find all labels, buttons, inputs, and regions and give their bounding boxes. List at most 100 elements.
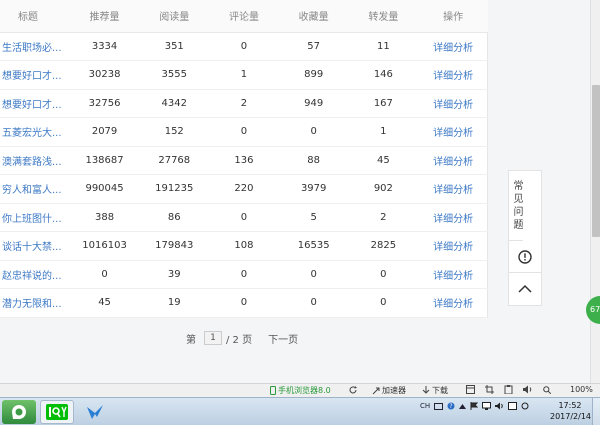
comment-count: 108 [209,231,279,261]
flag-icon[interactable] [470,402,479,410]
detail-analysis-link[interactable]: 详细分析 [418,231,488,261]
comment-count: 0 [209,32,279,61]
clipboard-icon[interactable] [504,385,513,394]
network-icon[interactable] [482,402,492,410]
article-title-link[interactable]: 五菱宏光大... [0,117,70,147]
article-title-link[interactable]: 想要好口才... [0,60,70,90]
article-title-link[interactable]: 你上班图什... [0,203,70,232]
favorite-count: 0 [278,288,349,318]
system-clock[interactable]: 17:52 2017/2/14 [550,400,592,422]
favorite-count: 3979 [278,174,349,204]
share-count: 1 [348,117,419,147]
detail-analysis-link[interactable]: 详细分析 [418,117,488,147]
current-page-input[interactable]: 1 [204,331,222,345]
comment-count: 0 [209,260,279,289]
page-scrollbar[interactable] [590,0,600,383]
accelerator-item[interactable]: 加速器 [372,385,406,396]
next-page-link[interactable]: 下一页 [268,331,298,346]
window-icon[interactable] [466,385,475,394]
share-count: 2825 [348,231,419,261]
recommend-count: 45 [69,288,140,318]
detail-analysis-link[interactable]: 详细分析 [418,288,488,318]
article-title-link[interactable]: 想要好口才... [0,89,70,118]
mobile-browser-item[interactable]: 手机浏览器8.0 [270,385,331,396]
ime-indicator[interactable]: CH [420,402,430,410]
favorite-count: 0 [278,117,349,147]
share-count: 146 [348,60,419,90]
speaker-icon[interactable] [495,402,504,410]
table-row: 潜力无限和... 45 19 0 0 0 详细分析 [0,288,488,318]
favorite-count: 5 [278,203,349,232]
read-count: 4342 [139,89,210,118]
tray-arrow-icon[interactable] [459,403,467,410]
accelerator-label: 加速器 [382,386,406,395]
article-title-link[interactable]: 穷人和富人... [0,174,70,204]
comment-count: 220 [209,174,279,204]
header-share: 转发量 [348,0,419,33]
show-desktop-button[interactable] [592,398,600,425]
scroll-thumb[interactable] [592,85,600,237]
help-icon[interactable]: ? [447,402,455,410]
table-row: 澳满套路浅... 138687 27768 136 88 45 详细分析 [0,146,488,175]
read-count: 179843 [139,231,210,261]
detail-analysis-link[interactable]: 详细分析 [418,203,488,232]
keyboard-icon[interactable] [434,402,444,410]
sync-icon[interactable] [521,402,529,410]
action-center-icon[interactable] [508,402,518,410]
share-count: 902 [348,174,419,204]
read-count: 19 [139,288,210,318]
alert-button[interactable] [509,241,541,273]
screenshot-icon[interactable] [485,385,494,394]
bird-app-icon [87,405,103,419]
browser-app-button[interactable] [2,400,36,424]
zoom-icon [543,385,551,394]
recommend-count: 388 [69,203,140,232]
detail-analysis-link[interactable]: 详细分析 [418,146,488,175]
zoom-level[interactable]: 100% [570,385,593,394]
bird-app-button[interactable] [78,400,112,424]
recommend-count: 30238 [69,60,140,90]
detail-analysis-link[interactable]: 详细分析 [418,260,488,289]
download-item[interactable]: 下载 [422,385,448,396]
table-row: 你上班图什... 388 86 0 5 2 详细分析 [0,203,488,232]
header-favorite: 收藏量 [278,0,349,33]
detail-analysis-link[interactable]: 详细分析 [418,60,488,90]
article-title-link[interactable]: 赵忠祥说的... [0,260,70,289]
recommend-count: 0 [69,260,140,289]
comment-count: 136 [209,146,279,175]
iqiyi-app-button[interactable] [40,400,74,424]
comment-count: 0 [209,288,279,318]
recommend-count: 3334 [69,32,140,61]
chevron-up-icon [518,284,532,293]
share-count: 0 [348,288,419,318]
detail-analysis-link[interactable]: 详细分析 [418,89,488,118]
article-title-link[interactable]: 潜力无限和... [0,288,70,318]
header-action: 操作 [418,0,488,33]
system-tray: CH ? [420,402,529,410]
read-count: 27768 [139,146,210,175]
article-title-link[interactable]: 澳满套路浅... [0,146,70,175]
article-title-link[interactable]: 生活职场必... [0,32,70,61]
refresh-tool[interactable] [348,385,358,395]
back-to-top-button[interactable] [509,273,541,305]
mobile-browser-label: 手机浏览器8.0 [278,386,331,395]
header-comment: 评论量 [209,0,279,33]
recommend-count: 2079 [69,117,140,147]
windows-taskbar: CH ? 17:52 2017/2/14 [0,397,600,425]
detail-analysis-link[interactable]: 详细分析 [418,174,488,204]
detail-analysis-link[interactable]: 详细分析 [418,32,488,61]
recommend-count: 138687 [69,146,140,175]
read-count: 3555 [139,60,210,90]
table-row: 五菱宏光大... 2079 152 0 0 1 详细分析 [0,117,488,147]
article-title-link[interactable]: 谈话十大禁... [0,231,70,261]
articles-table: 标题 推荐量 阅读量 评论量 收藏量 转发量 操作 生活职场必... 3334 … [0,0,488,318]
clock-date: 2017/2/14 [550,412,592,421]
phone-icon [270,386,276,395]
pagination: 第 1 / 2 页 下一页 [186,330,298,346]
volume-icon[interactable] [523,385,533,394]
iqiyi-app-icon [46,404,68,420]
faq-button[interactable]: 常见问题 [509,171,523,241]
read-count: 152 [139,117,210,147]
header-read: 阅读量 [139,0,210,33]
read-count: 39 [139,260,210,289]
